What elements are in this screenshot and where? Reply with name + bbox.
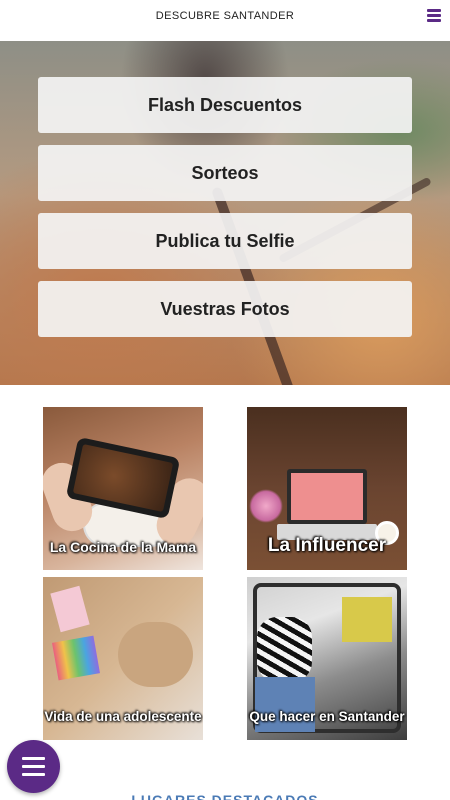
color-keyboard-image (52, 635, 100, 681)
tile-cocina[interactable]: La Cocina de la Mama (43, 407, 203, 570)
tile-influencer[interactable]: La Influencer (247, 407, 407, 570)
clothes-image (342, 597, 392, 642)
tile-caption: La Influencer (267, 535, 387, 556)
notebook-image (50, 585, 90, 633)
tile-caption: La Cocina de la Mama (49, 539, 197, 555)
striped-clothes-image (257, 617, 312, 682)
top-bar: DESCUBRE SANTANDER (0, 0, 450, 40)
hamburger-menu-icon[interactable] (427, 9, 441, 22)
tile-santander[interactable]: Que hacer en Santander (247, 577, 407, 740)
person-image (118, 622, 193, 687)
tile-caption: Vida de una adolescente (44, 709, 202, 724)
app-title: DESCUBRE SANTANDER (155, 10, 295, 22)
section-title: LUGARES DESTACADOS (131, 792, 319, 800)
floating-menu-button[interactable] (7, 740, 60, 793)
publica-selfie-button[interactable]: Publica tu Selfie (38, 213, 412, 269)
laptop-image (287, 469, 367, 524)
tile-adolescente[interactable]: Vida de una adolescente (43, 577, 203, 740)
sorteos-button[interactable]: Sorteos (38, 145, 412, 201)
flowers-image (249, 489, 283, 523)
tile-caption: Que hacer en Santander (249, 709, 405, 724)
flash-descuentos-button[interactable]: Flash Descuentos (38, 77, 412, 133)
vuestras-fotos-button[interactable]: Vuestras Fotos (38, 281, 412, 337)
